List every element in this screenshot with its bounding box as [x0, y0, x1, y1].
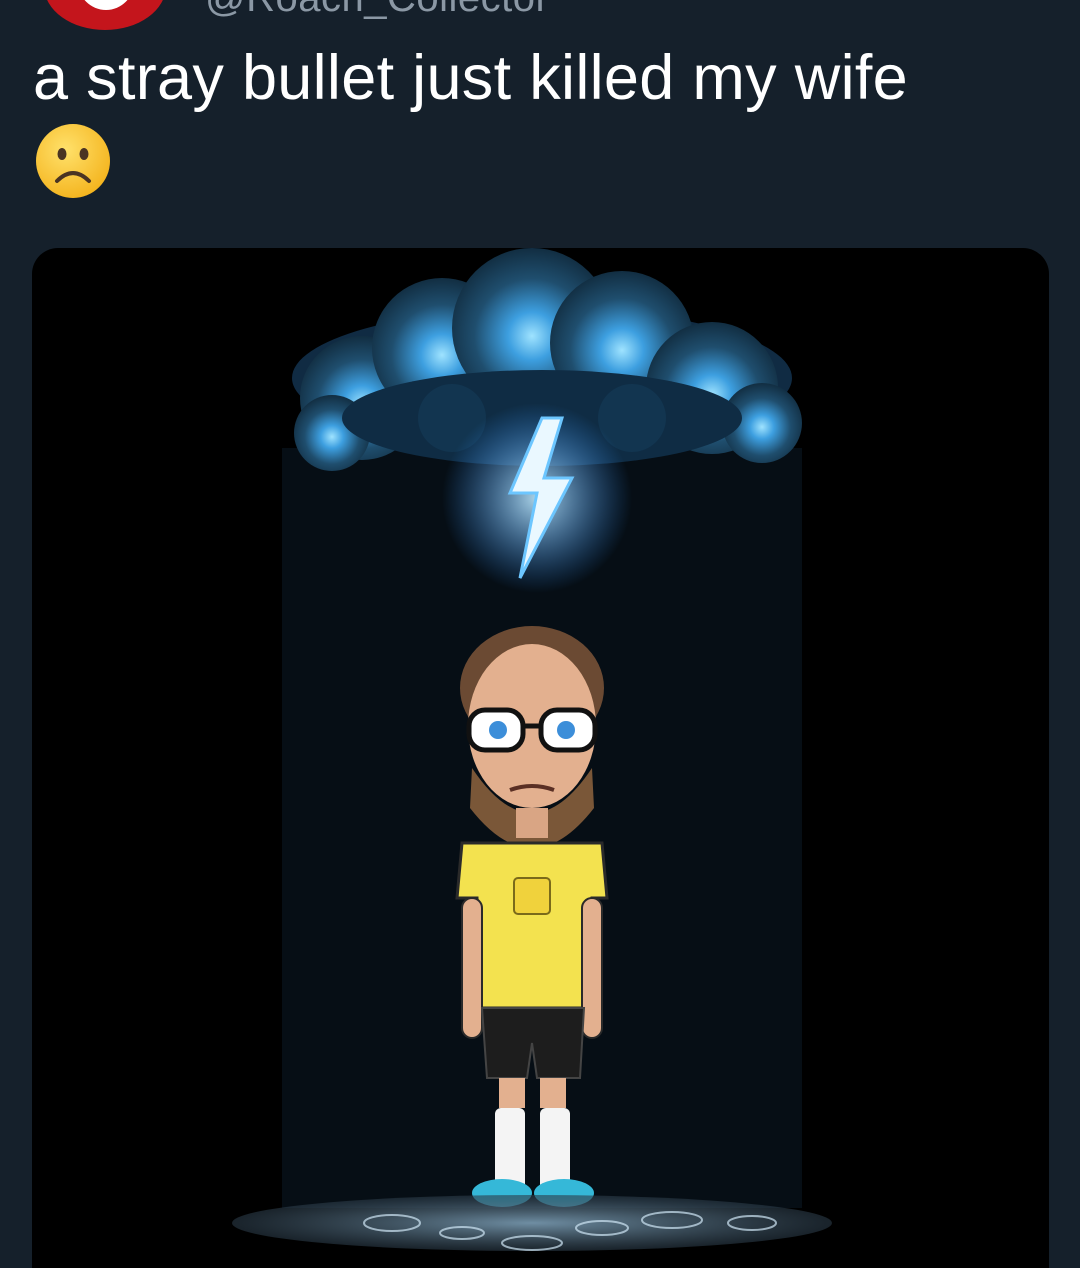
author-handle[interactable]: @Roach_Collector [205, 0, 549, 21]
author-avatar[interactable] [44, 0, 166, 30]
rain-puddle [232, 1195, 832, 1251]
tweet-media-image[interactable] [32, 248, 1049, 1268]
tweet-text: a stray bullet just killed my wife [33, 43, 909, 113]
rain-cloud-illustration [232, 248, 832, 1251]
frowning-face-icon [36, 124, 110, 198]
